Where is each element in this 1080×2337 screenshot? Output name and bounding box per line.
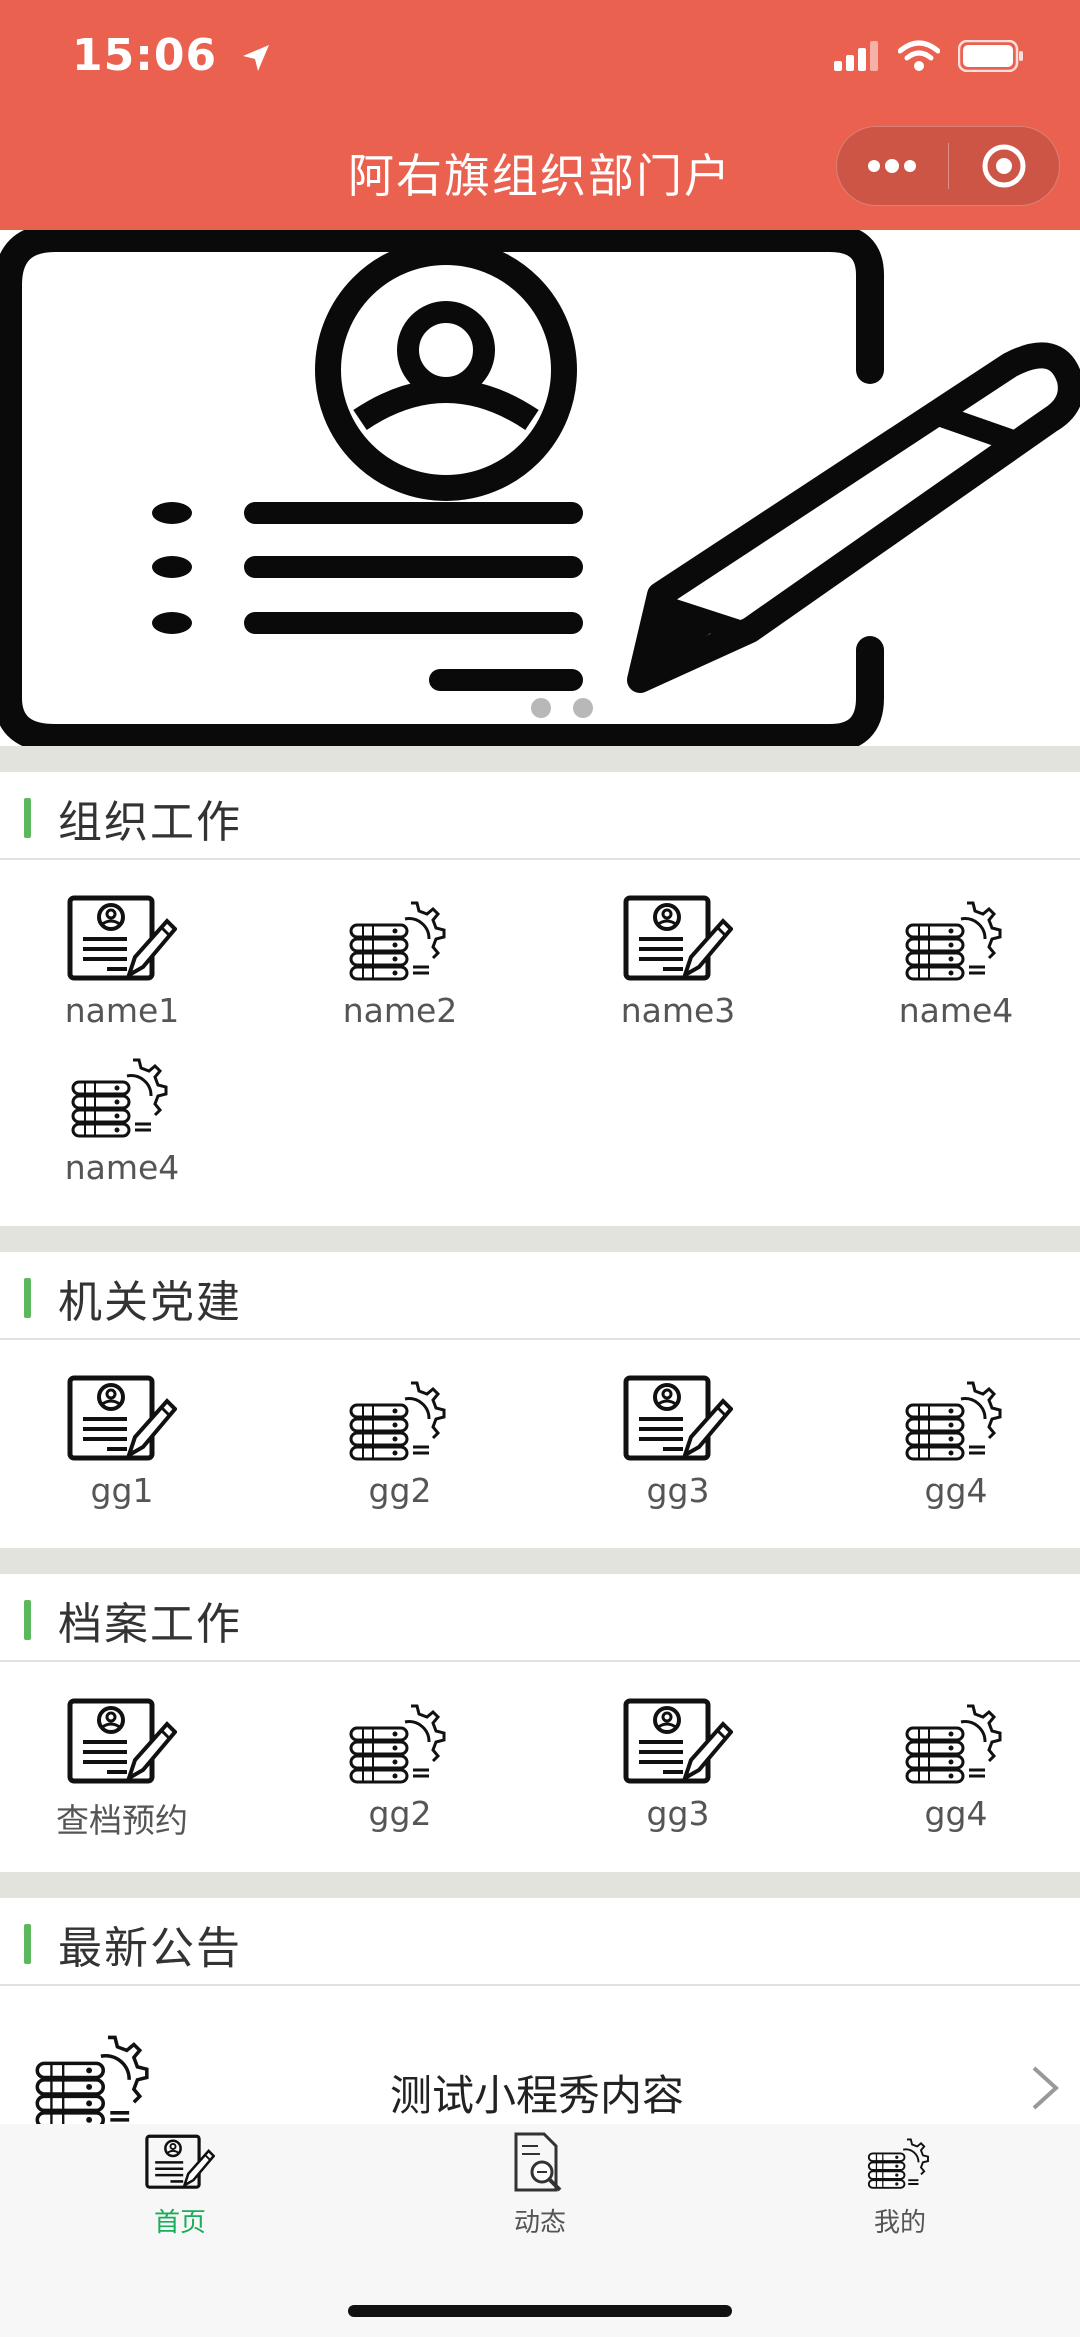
grid-item-label: gg2 xyxy=(368,1471,432,1510)
mini-program-capsule xyxy=(836,126,1060,206)
document-edit-icon xyxy=(67,1698,177,1788)
gear-server-icon xyxy=(345,1698,455,1788)
tab-label: 首页 xyxy=(153,2208,206,2238)
status-time: 15:06 xyxy=(72,30,271,84)
more-button[interactable] xyxy=(837,126,948,206)
grid-item-label: name4 xyxy=(898,991,1014,1030)
location-arrow-icon xyxy=(241,33,271,84)
home-indicator xyxy=(348,2305,732,2317)
grid-item[interactable]: name4 xyxy=(821,895,1080,1030)
section-accent-bar xyxy=(24,798,31,838)
section-accent-bar xyxy=(24,1600,31,1640)
search-document-icon xyxy=(510,2130,570,2196)
section-title: 组织工作 xyxy=(58,797,242,848)
gear-server-icon xyxy=(345,1375,455,1465)
document-edit-icon xyxy=(145,2130,215,2196)
section-title: 最新公告 xyxy=(58,1923,242,1974)
grid-item[interactable]: name2 xyxy=(265,895,535,1030)
grid-item-label: gg4 xyxy=(924,1794,988,1833)
grid-item[interactable]: gg2 xyxy=(265,1375,535,1510)
grid-item-label: name2 xyxy=(342,991,458,1030)
chevron-right-icon xyxy=(1032,2066,1059,2110)
grid-item[interactable]: gg3 xyxy=(543,1698,813,1833)
grid-item-label: gg3 xyxy=(646,1794,710,1833)
grid-item[interactable]: gg4 xyxy=(821,1375,1080,1510)
section-title: 档案工作 xyxy=(58,1599,242,1650)
grid-item[interactable]: name3 xyxy=(543,895,813,1030)
notice-item[interactable]: 测试小程秀内容 xyxy=(0,2000,1080,2125)
section-gap xyxy=(0,746,1080,772)
grid-item[interactable]: gg4 xyxy=(821,1698,1080,1833)
grid-item[interactable]: name4 xyxy=(0,1052,257,1187)
banner-carousel[interactable] xyxy=(0,230,1080,746)
grid-item[interactable]: gg1 xyxy=(0,1375,257,1510)
grid-item[interactable]: gg2 xyxy=(265,1698,535,1833)
more-dots-icon xyxy=(868,159,917,173)
gear-server-icon xyxy=(67,1052,177,1142)
signal-icon xyxy=(834,41,880,75)
tab-mine[interactable]: 我的 xyxy=(800,2130,1000,2239)
gear-server-icon xyxy=(901,1375,1011,1465)
tab-label: 动态 xyxy=(513,2208,566,2238)
section-accent-bar xyxy=(24,1278,31,1318)
wifi-icon xyxy=(897,40,941,76)
document-edit-icon xyxy=(623,1698,733,1788)
grid-item[interactable]: name1 xyxy=(0,895,257,1030)
section-title: 机关党建 xyxy=(58,1277,242,1328)
grid-item[interactable]: gg3 xyxy=(543,1375,813,1510)
banner-document-edit-image xyxy=(0,230,1080,746)
document-edit-icon xyxy=(623,895,733,985)
grid-item-label: name3 xyxy=(620,991,736,1030)
status-icons xyxy=(834,39,1024,76)
grid-item-label: gg2 xyxy=(368,1794,432,1833)
section-gap xyxy=(0,1548,1080,1574)
document-edit-icon xyxy=(67,895,177,985)
tab-label: 我的 xyxy=(873,2208,926,2238)
notice-text: 测试小程秀内容 xyxy=(390,2071,685,2120)
grid-item-label: gg1 xyxy=(90,1471,154,1510)
document-edit-icon xyxy=(623,1375,733,1465)
document-edit-icon xyxy=(67,1375,177,1465)
gear-server-icon xyxy=(901,1698,1011,1788)
gear-server-icon xyxy=(30,2028,160,2134)
tab-home[interactable]: 首页 xyxy=(80,2130,280,2239)
gear-server-icon xyxy=(901,895,1011,985)
tab-news[interactable]: 动态 xyxy=(440,2130,640,2239)
grid-item-label: 查档预约 xyxy=(56,1801,188,1840)
grid-item[interactable]: 查档预约 xyxy=(0,1698,257,1842)
close-button[interactable] xyxy=(948,126,1059,206)
grid-item-label: name4 xyxy=(64,1148,180,1187)
grid-item-label: gg3 xyxy=(646,1471,710,1510)
status-time-text: 15:06 xyxy=(72,30,218,81)
section-header: 最新公告 xyxy=(0,1898,1080,1986)
top-bar: 15:06 阿右旗组织部门户 xyxy=(0,0,1080,230)
section-accent-bar xyxy=(24,1924,31,1964)
gear-server-icon xyxy=(865,2130,935,2196)
section-gap xyxy=(0,1226,1080,1252)
carousel-dot[interactable] xyxy=(531,698,551,718)
battery-icon xyxy=(957,39,1024,76)
section-gap xyxy=(0,1872,1080,1898)
grid-item-label: name1 xyxy=(64,991,180,1030)
target-close-icon xyxy=(982,144,1026,188)
section-header: 组织工作 xyxy=(0,772,1080,860)
carousel-dot[interactable] xyxy=(573,698,593,718)
gear-server-icon xyxy=(345,895,455,985)
carousel-dots xyxy=(22,698,1080,718)
section-header: 档案工作 xyxy=(0,1574,1080,1662)
section-header: 机关党建 xyxy=(0,1252,1080,1340)
grid-item-label: gg4 xyxy=(924,1471,988,1510)
